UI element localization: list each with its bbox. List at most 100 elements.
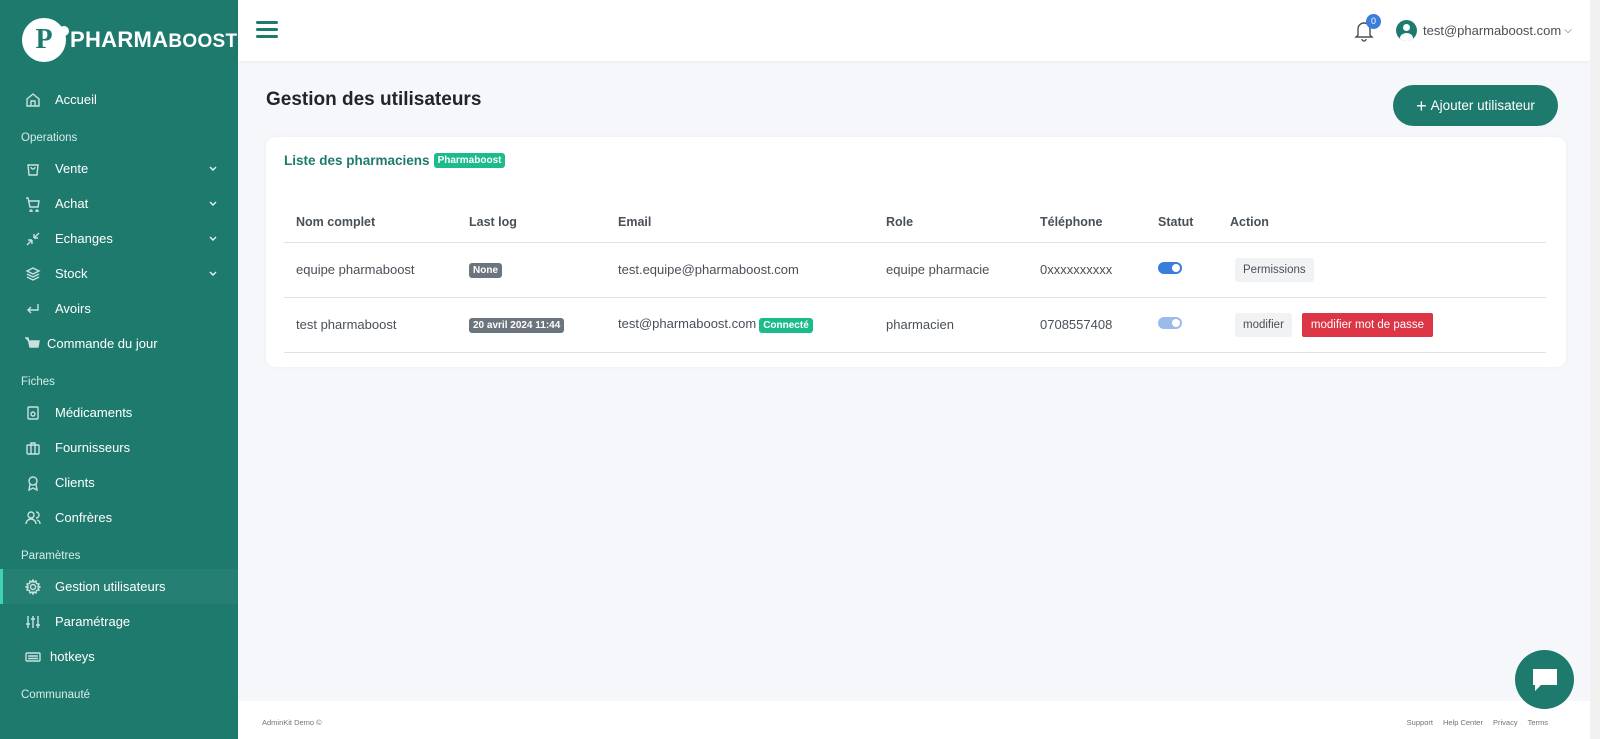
layers-icon: [25, 266, 41, 282]
sidebar-item-gestion-utilisateurs[interactable]: Gestion utilisateurs: [0, 569, 238, 604]
minimize-icon: [25, 231, 41, 247]
footer-link-privacy[interactable]: Privacy: [1493, 718, 1518, 727]
sidebar-item-label: Stock: [55, 266, 88, 281]
topbar: 0 test@pharmaboost.com ⌵: [238, 0, 1590, 61]
status-toggle[interactable]: [1158, 262, 1182, 274]
table-header-cell: Téléphone: [1028, 202, 1146, 243]
brand-name-part2: Boost: [168, 31, 238, 52]
sidebar-item-label: hotkeys: [50, 649, 95, 664]
users-table: Nom complet Last log Email Role Téléphone Sta…: [284, 202, 1546, 353]
footer-copyright: AdminKit Demo ©: [262, 718, 322, 727]
brand[interactable]: P PharmaBoost: [0, 0, 238, 80]
table-header-cell: Last log: [457, 202, 606, 243]
sidebar-section-operations: Operations: [21, 132, 78, 144]
sidebar-item-label: Vente: [55, 161, 89, 176]
brand-logo-icon: P: [22, 18, 69, 62]
footer-link-terms[interactable]: Terms: [1528, 718, 1548, 727]
cell-name: equipe pharmaboost: [284, 242, 457, 298]
plus-icon: +: [1416, 95, 1427, 116]
cart-filled-icon: [25, 336, 41, 352]
cell-last-log: 20 avril 2024 11:44: [457, 297, 606, 353]
add-user-button-label: Ajouter utilisateur: [1430, 98, 1535, 113]
sidebar-section-parametres: Paramètres: [21, 550, 81, 562]
user-menu[interactable]: test@pharmaboost.com ⌵: [1396, 20, 1572, 41]
sidebar-item-confreres[interactable]: Confrères: [0, 500, 238, 535]
briefcase-icon: [25, 440, 41, 456]
card-title: Liste des pharmaciens Pharmaboost: [284, 153, 506, 168]
table-row: test pharmaboost 20 avril 2024 11:44 test@…: [284, 297, 1546, 353]
user-email: test@pharmaboost.com: [1423, 23, 1562, 38]
cell-status: [1146, 297, 1218, 353]
sidebar: P PharmaBoost Accueil Operations Vente Ac…: [0, 0, 238, 739]
sidebar-item-label: Avoirs: [55, 301, 91, 316]
modifier-mot-de-passe-button[interactable]: modifier mot de passe: [1301, 312, 1434, 337]
page-title-rest: des utilisateurs: [336, 89, 482, 110]
footer-link-support[interactable]: Support: [1407, 718, 1433, 727]
bag-icon: [25, 161, 41, 177]
sidebar-item-clients[interactable]: Clients: [0, 465, 238, 500]
sidebar-item-achat[interactable]: Achat: [0, 186, 238, 221]
sidebar-item-medicaments[interactable]: Médicaments: [0, 395, 238, 430]
cell-actions: Permissions: [1218, 242, 1546, 298]
permissions-button[interactable]: Permissions: [1235, 257, 1314, 282]
chevron-down-icon: ⌵: [1564, 25, 1572, 36]
status-badge: Connecté: [759, 318, 813, 333]
avatar: [1396, 20, 1417, 41]
add-user-button[interactable]: + Ajouter utilisateur: [1393, 85, 1558, 126]
sidebar-item-commande-du-jour[interactable]: Commande du jour: [0, 326, 238, 361]
footer-links: Support Help Center Privacy Terms: [1407, 718, 1548, 727]
home-icon: [25, 92, 41, 108]
sliders-icon: [25, 614, 41, 630]
cell-role: equipe pharmacie: [874, 242, 1028, 298]
chat-button[interactable]: [1515, 650, 1574, 709]
footer-link-help-center[interactable]: Help Center: [1443, 718, 1483, 727]
brand-name: PharmaBoost: [70, 27, 237, 53]
card-title-badge: Pharmaboost: [433, 153, 506, 168]
speaker-icon: [25, 405, 41, 421]
chevron-down-icon: [209, 201, 217, 206]
cart-icon: [25, 196, 41, 212]
cell-phone: 0xxxxxxxxxx: [1028, 242, 1146, 298]
sidebar-item-echanges[interactable]: Echanges: [0, 221, 238, 256]
sidebar-item-fournisseurs[interactable]: Fournisseurs: [0, 430, 238, 465]
chevron-down-icon: [209, 271, 217, 276]
sidebar-item-label: Médicaments: [55, 405, 133, 420]
email-text: test@pharmaboost.com: [618, 316, 757, 331]
table-header-cell: Nom complet: [284, 202, 457, 243]
chat-icon: [1532, 668, 1557, 691]
cell-name: test pharmaboost: [284, 297, 457, 353]
sidebar-item-label: Gestion utilisateurs: [55, 579, 166, 594]
status-toggle[interactable]: [1158, 317, 1182, 329]
table-header-row: Nom complet Last log Email Role Téléphone Sta…: [284, 202, 1546, 243]
last-log-badge: None: [469, 263, 502, 278]
cell-email: test@pharmaboost.com Connecté: [606, 297, 874, 353]
users-icon: [25, 510, 41, 526]
cell-role: pharmacien: [874, 297, 1028, 353]
sidebar-item-label: Fournisseurs: [55, 440, 131, 455]
table-header-cell: Action: [1218, 202, 1546, 243]
sidebar-item-accueil[interactable]: Accueil: [0, 82, 238, 117]
modifier-button[interactable]: modifier: [1235, 312, 1292, 337]
scrollbar[interactable]: [1590, 0, 1600, 739]
cell-status: [1146, 242, 1218, 298]
sidebar-item-hotkeys[interactable]: hotkeys: [0, 639, 238, 674]
table-header-cell: Email: [606, 202, 874, 243]
last-log-badge: 20 avril 2024 11:44: [469, 318, 565, 333]
sidebar-item-vente[interactable]: Vente: [0, 151, 238, 186]
page-title-bold: Gestion: [266, 89, 337, 110]
settings-icon: [25, 578, 41, 595]
sidebar-item-stock[interactable]: Stock: [0, 256, 238, 291]
sidebar-section-communaute: Communauté: [21, 689, 91, 701]
brand-logo-letter: P: [35, 24, 53, 55]
cell-phone: 0708557408: [1028, 297, 1146, 353]
users-card: Liste des pharmaciens Pharmaboost Nom co…: [266, 137, 1566, 367]
keyboard-icon: [25, 649, 41, 665]
menu-toggle-icon[interactable]: [256, 21, 278, 39]
sidebar-item-label: Clients: [55, 475, 95, 490]
email-text: test.equipe@pharmaboost.com: [618, 262, 799, 277]
sidebar-item-label: Echanges: [55, 231, 113, 246]
sidebar-item-avoirs[interactable]: Avoirs: [0, 291, 238, 326]
notification-badge: 0: [1366, 14, 1381, 29]
page-title: Gestion des utilisateurs: [266, 89, 481, 111]
sidebar-item-parametrage[interactable]: Paramétrage: [0, 604, 238, 639]
